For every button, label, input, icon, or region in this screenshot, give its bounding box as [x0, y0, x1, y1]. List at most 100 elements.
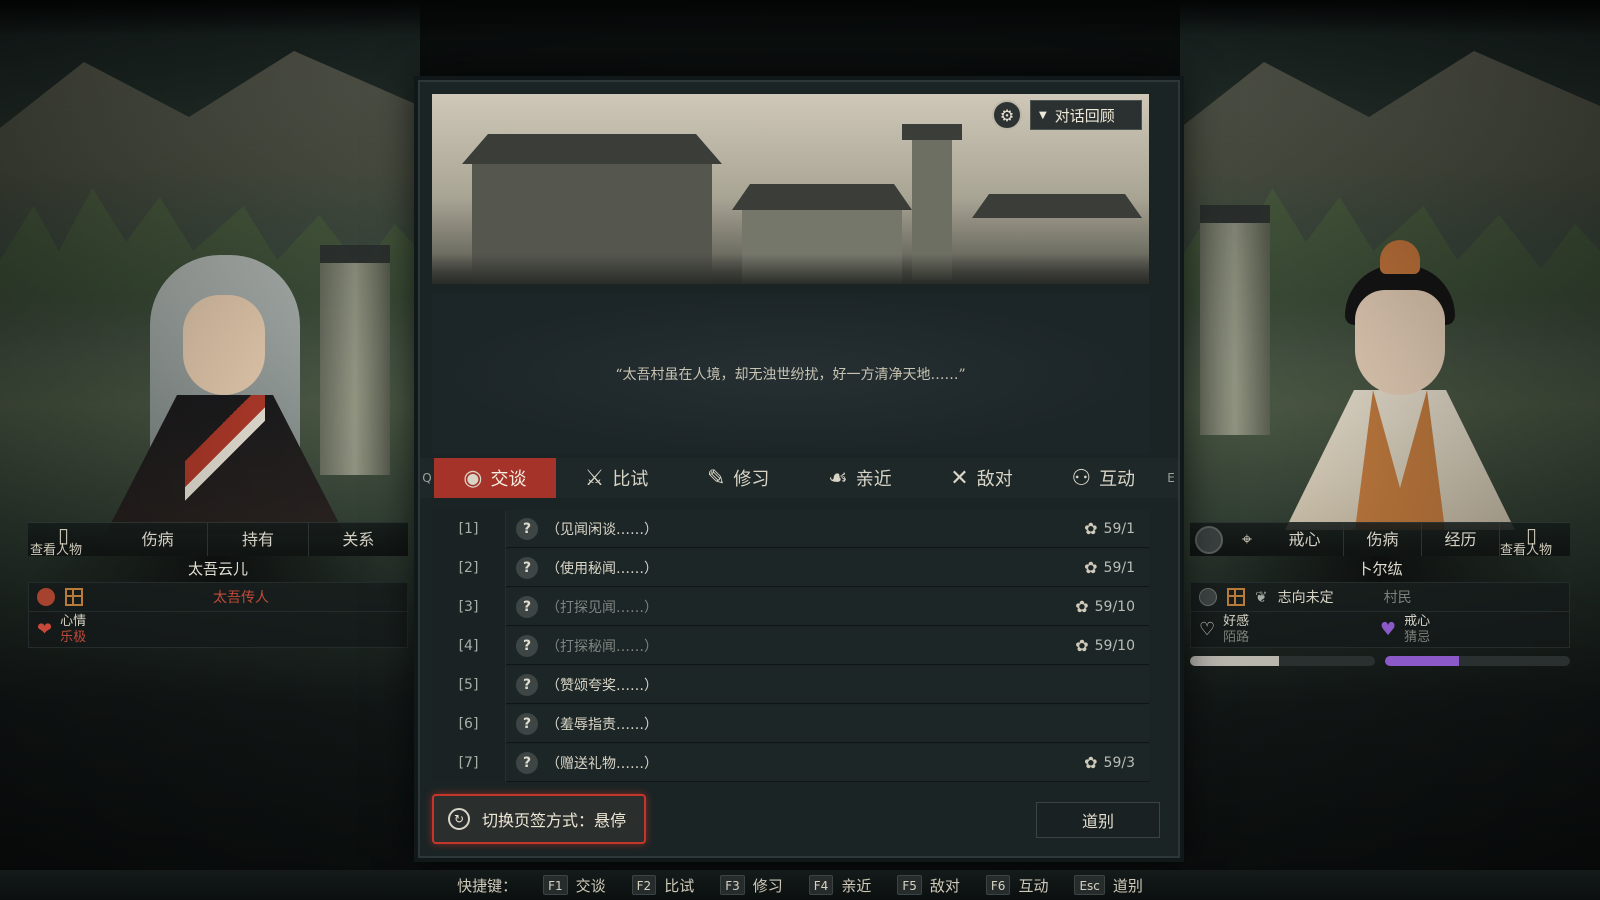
option-cost: ✿ 59/1 [1084, 558, 1149, 577]
dialog-review-label: 对话回顾 [1054, 106, 1115, 125]
player-info-panel: ▯ 查看人物 伤病 持有 关系 太吾云儿 太吾传人 ❤ 心情 乐极 [28, 522, 408, 648]
key: F3 [720, 875, 745, 895]
player-character-portrait [105, 255, 345, 535]
mood-value: 乐极 [60, 629, 87, 645]
tab-befriend[interactable]: ☙ 亲近 [799, 458, 921, 498]
face [1355, 290, 1445, 395]
settings-button[interactable]: ⚙ [992, 100, 1022, 130]
chat-icon: ◉ [463, 465, 483, 491]
tab-hostile[interactable]: ✕ 敌对 [921, 458, 1043, 498]
avatar [1195, 525, 1223, 554]
dialog-quote: “太吾村虽在人境，却无浊世纷扰，好一方清净天地……” [615, 367, 966, 383]
shortcut-study[interactable]: F3 修习 [720, 875, 783, 896]
shortcut-hostile[interactable]: F5 敌对 [897, 875, 960, 896]
face [183, 295, 265, 395]
dialog-option[interactable]: [6] ? （羞辱指责……） [432, 704, 1149, 743]
cost-value: 59/10 [1094, 598, 1135, 615]
tab-relations[interactable]: 关系 [309, 523, 408, 556]
hair-bun [1380, 240, 1420, 274]
option-text: （赠送礼物……） [546, 755, 658, 772]
option-cost: ✿ 59/10 [1075, 636, 1149, 655]
player-tab-row: ▯ 查看人物 伤病 持有 关系 [28, 522, 408, 558]
action-point-icon: ✿ [1084, 753, 1098, 772]
shortcut-befriend[interactable]: F4 亲近 [808, 875, 871, 896]
map-pin-button[interactable]: ⌖ [1228, 523, 1266, 557]
npc-character-portrait [1285, 240, 1515, 530]
shortcut-interact[interactable]: F6 互动 [985, 875, 1048, 896]
action-point-icon: ✿ [1084, 558, 1098, 577]
tab-injury[interactable]: 伤病 [1344, 523, 1422, 556]
option-number: [1] [432, 509, 506, 548]
shortcut-action: 敌对 [929, 876, 960, 895]
tab-inventory[interactable]: 持有 [208, 523, 309, 556]
scroll-icon: ✎ [706, 465, 726, 491]
favor-label: 好感 [1223, 613, 1250, 629]
option-number: [2] [432, 548, 506, 587]
view-person-button[interactable]: ▯ 查看人物 [28, 523, 108, 558]
heart-icon: ❤ [37, 619, 53, 640]
option-text: （打探秘闻……） [546, 638, 658, 655]
question-icon: ? [516, 673, 538, 696]
map-pin-icon: ⌖ [1241, 529, 1253, 550]
view-person-button[interactable]: ▯ 查看人物 [1500, 523, 1570, 558]
tab-duel[interactable]: ⚔ 比试 [556, 458, 678, 498]
dialog-option[interactable]: [7] ? （赠送礼物……） ✿ 59/3 [432, 743, 1149, 782]
question-icon: ? [516, 712, 538, 735]
favor-bar-fill [1190, 656, 1279, 666]
dialog-option[interactable]: [5] ? （赞颂夸奖……） [432, 665, 1149, 704]
tab-study[interactable]: ✎ 修习 [677, 458, 799, 498]
shortcut-action: 修习 [752, 876, 783, 895]
shortcut-duel[interactable]: F2 比试 [631, 875, 694, 896]
tab-label: 修习 [733, 469, 770, 490]
crossed-swords-icon: ⚔ [584, 465, 605, 491]
action-point-icon: ✿ [1084, 519, 1098, 538]
cost-value: 59/3 [1103, 754, 1135, 771]
dialog-option[interactable]: [3] ? （打探见闻……） ✿ 59/10 [432, 587, 1149, 626]
feather-icon: ❦ [1255, 588, 1268, 606]
tab-history[interactable]: 经历 [1422, 523, 1500, 556]
sash [185, 395, 265, 535]
key: F5 [897, 875, 922, 895]
favor-value: 陌路 [1223, 629, 1250, 645]
option-cost: ✿ 59/1 [1084, 519, 1149, 538]
switch-tab-mode-button[interactable]: ↻ 切换页签方式：悬停 [432, 794, 646, 844]
faction-icon [37, 588, 55, 606]
option-text: （使用秘闻……） [546, 560, 658, 577]
shortcut-label: 快捷键： [457, 876, 518, 895]
conversation-dialog: ⚙ ▼ 对话回顾 “太吾村虽在人境，却无浊世纷扰，好一方清净天地……” Q ◉ … [418, 80, 1180, 858]
tab-label: 互动 [1099, 469, 1136, 490]
option-text: （赞颂夸奖……） [546, 677, 658, 694]
action-point-icon: ✿ [1075, 636, 1089, 655]
dialog-option[interactable]: [4] ? （打探秘闻……） ✿ 59/10 [432, 626, 1149, 665]
tab-chat[interactable]: ◉ 交谈 [434, 458, 556, 498]
location-banner: ⚙ ▼ 对话回顾 [432, 94, 1149, 284]
mountain-backdrop [0, 51, 420, 260]
shortcut-farewell[interactable]: Esc 道别 [1074, 875, 1143, 896]
gear-icon: ⚙ [999, 105, 1015, 125]
npc-avatar-button[interactable] [1190, 523, 1228, 557]
next-tab-key: E [1167, 471, 1175, 485]
option-cost: ✿ 59/3 [1084, 753, 1149, 772]
option-text: （打探见闻……） [546, 599, 658, 616]
hand-icon: ☙ [827, 465, 848, 491]
action-point-icon: ✿ [1075, 597, 1089, 616]
dialog-option[interactable]: [1] ? （见闻闲谈……） ✿ 59/1 [432, 509, 1149, 548]
dialog-option[interactable]: [2] ? （使用秘闻……） ✿ 59/1 [432, 548, 1149, 587]
player-title: 太吾传人 [213, 590, 269, 606]
farewell-button[interactable]: 道别 [1036, 802, 1160, 838]
dialog-options-list: [1] ? （见闻闲谈……） ✿ 59/1 [2] ? （使用秘闻……） ✿ 59/… [432, 509, 1149, 783]
view-person-label: 查看人物 [1500, 542, 1553, 558]
tab-label: 敌对 [976, 469, 1013, 490]
key: F6 [985, 875, 1011, 895]
tab-interact[interactable]: ⚇ 互动 [1042, 458, 1164, 498]
faction-icon [1199, 588, 1217, 606]
tab-guard[interactable]: 戒心 [1266, 523, 1344, 556]
chevron-down-icon: ▼ [1039, 109, 1047, 121]
option-number: [7] [432, 743, 506, 782]
cost-value: 59/1 [1103, 559, 1135, 576]
option-text: （见闻闲谈……） [546, 521, 658, 538]
dialog-review-button[interactable]: ▼ 对话回顾 [1030, 100, 1142, 130]
building-roof [732, 184, 912, 210]
tab-injury[interactable]: 伤病 [108, 523, 209, 556]
shortcut-chat[interactable]: F1 交谈 [543, 875, 606, 896]
